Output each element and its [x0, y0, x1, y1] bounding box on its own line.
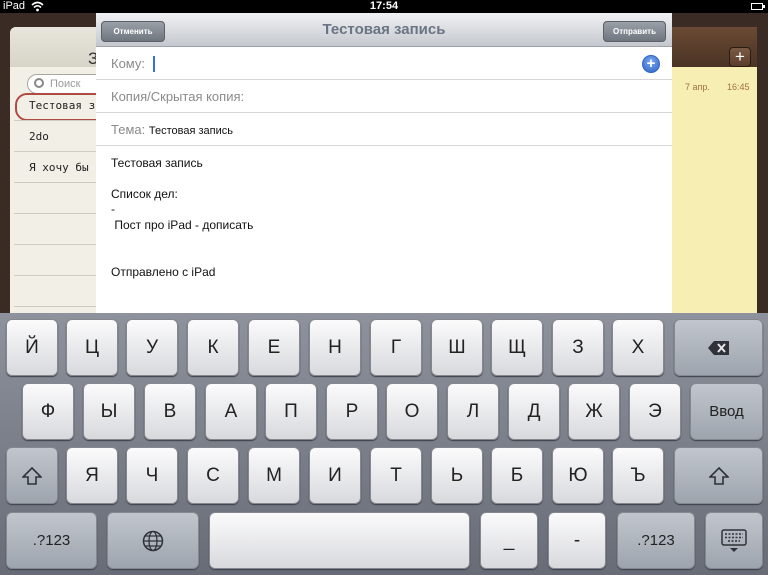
body-line: Пост про iPad - дописать: [111, 218, 254, 232]
key[interactable]: А: [205, 383, 257, 440]
key[interactable]: З: [552, 319, 604, 376]
key[interactable]: Г: [370, 319, 422, 376]
subject-label: Тема:: [111, 122, 146, 137]
body-line: -: [111, 202, 115, 216]
to-field[interactable]: Кому: +: [96, 47, 672, 80]
backspace-button[interactable]: [674, 319, 763, 376]
key[interactable]: Ъ: [612, 447, 664, 504]
underscore-key[interactable]: _: [480, 512, 538, 569]
globe-icon: [142, 530, 164, 552]
key[interactable]: Ц: [66, 319, 118, 376]
shift-icon: [708, 466, 729, 485]
key[interactable]: Р: [326, 383, 378, 440]
add-contact-icon[interactable]: +: [642, 55, 660, 73]
subject-value: Тестовая запись: [148, 125, 233, 137]
to-label: Кому:: [111, 56, 145, 71]
compose-title: Тестовая запись: [322, 21, 446, 38]
key[interactable]: Т: [370, 447, 422, 504]
battery-icon: [751, 3, 765, 10]
cc-bcc-label: Копия/Скрытая копия:: [111, 89, 245, 104]
compose-header: Тестовая запись Отменить Отправить: [96, 13, 672, 47]
dash-key[interactable]: -: [548, 512, 606, 569]
key[interactable]: Э: [629, 383, 681, 440]
space-bar[interactable]: [209, 512, 470, 569]
key[interactable]: Е: [248, 319, 300, 376]
key[interactable]: П: [265, 383, 317, 440]
key[interactable]: Л: [447, 383, 499, 440]
note-time: 16:45: [727, 82, 750, 92]
key[interactable]: И: [309, 447, 361, 504]
return-button[interactable]: Ввод: [690, 383, 763, 440]
body-line: Тестовая запись: [111, 156, 203, 170]
note-date: 7 апр.: [685, 82, 710, 92]
key[interactable]: Й: [6, 319, 58, 376]
cancel-button[interactable]: Отменить: [101, 21, 165, 42]
status-bar: iPad 17:54: [0, 0, 768, 13]
subject-field[interactable]: Тема: Тестовая запись: [96, 113, 672, 146]
key[interactable]: Ж: [568, 383, 620, 440]
note-detail-panel: + 7 апр. 16:45: [672, 27, 757, 317]
key[interactable]: Д: [508, 383, 560, 440]
key[interactable]: Ч: [126, 447, 178, 504]
hide-keyboard-button[interactable]: [705, 512, 763, 569]
shift-button-right[interactable]: [674, 447, 763, 504]
globe-button[interactable]: [107, 512, 199, 569]
key[interactable]: Н: [309, 319, 361, 376]
key[interactable]: В: [144, 383, 196, 440]
shift-button-left[interactable]: [6, 447, 58, 504]
numbers-button-left[interactable]: .?123: [6, 512, 97, 569]
key[interactable]: Ю: [552, 447, 604, 504]
body-line: Список дел:: [111, 187, 178, 201]
key[interactable]: Ь: [431, 447, 483, 504]
key[interactable]: К: [187, 319, 239, 376]
key[interactable]: Ш: [431, 319, 483, 376]
search-placeholder: Поиск: [50, 78, 81, 90]
key[interactable]: Ф: [22, 383, 74, 440]
key[interactable]: Я: [66, 447, 118, 504]
key[interactable]: С: [187, 447, 239, 504]
key[interactable]: О: [386, 383, 438, 440]
key[interactable]: Ы: [83, 383, 135, 440]
numbers-button-right[interactable]: .?123: [617, 512, 695, 569]
key[interactable]: У: [126, 319, 178, 376]
mail-compose-sheet: Тестовая запись Отменить Отправить Кому:…: [96, 13, 672, 313]
shift-icon: [22, 466, 42, 485]
clock: 17:54: [369, 0, 399, 12]
key[interactable]: М: [248, 447, 300, 504]
on-screen-keyboard: Й Ц У К Е Н Г Ш Щ З Х Ф Ы В А П Р О Л Д …: [0, 313, 768, 575]
cc-bcc-field[interactable]: Копия/Скрытая копия:: [96, 80, 672, 113]
search-icon: [34, 78, 44, 88]
send-button[interactable]: Отправить: [603, 21, 666, 42]
key[interactable]: Б: [491, 447, 543, 504]
key[interactable]: Щ: [491, 319, 543, 376]
backspace-icon: [707, 340, 729, 355]
hide-keyboard-icon: [721, 529, 747, 552]
text-cursor: [153, 56, 155, 72]
body-line: Отправлено с iPad: [111, 265, 216, 279]
key[interactable]: Х: [612, 319, 664, 376]
add-note-button[interactable]: +: [729, 47, 751, 67]
